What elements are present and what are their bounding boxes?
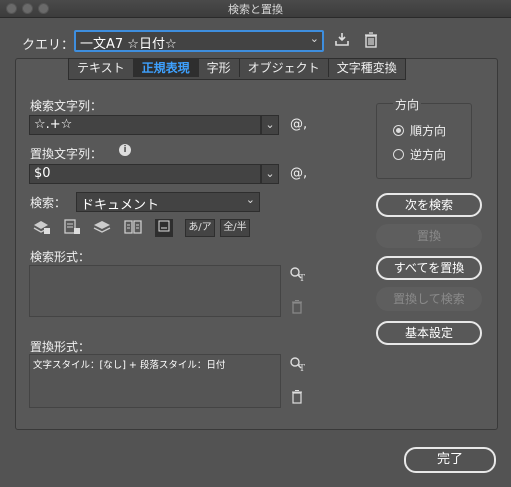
include-master-pages-icon[interactable] [123, 219, 143, 241]
find-special-chars-icon[interactable]: @, [290, 117, 307, 132]
done-button[interactable]: 完了 [404, 447, 496, 473]
replace-special-chars-icon[interactable]: @, [290, 166, 307, 181]
replace-all-button[interactable]: すべてを置換 [376, 256, 482, 280]
search-scope-label: 検索： [30, 196, 67, 210]
include-hidden-layers-icon[interactable] [93, 219, 111, 241]
query-select[interactable]: 一文A7 ☆日付☆ ⌄ [74, 30, 324, 52]
search-scope-select[interactable]: ドキュメント ⌄ [76, 192, 260, 213]
replace-input[interactable]: $0 [29, 164, 261, 184]
kana-sensitive-toggle[interactable]: あ/ア [185, 219, 215, 237]
info-icon: i [119, 144, 131, 156]
query-label: クエリ： [22, 38, 75, 53]
replace-button[interactable]: 置換 [376, 224, 482, 248]
find-label: 検索文字列： [30, 99, 103, 113]
clear-replace-format-icon[interactable] [288, 390, 306, 410]
direction-backward-radio[interactable] [393, 149, 404, 160]
svg-text:T: T [299, 364, 305, 372]
chevron-down-icon: ⌄ [245, 193, 255, 206]
tab-grep[interactable]: 正規表現 [133, 59, 199, 77]
direction-label: 方向 [393, 96, 422, 113]
direction-backward-label: 逆方向 [410, 148, 447, 162]
query-value: 一文A7 ☆日付☆ [80, 37, 177, 52]
replace-format-value: 文字スタイル：[なし] + 段落スタイル：日付 [33, 360, 226, 371]
replace-format-label: 置換形式： [30, 340, 91, 354]
tab-text[interactable]: テキスト [69, 59, 134, 77]
include-locked-layers-icon[interactable] [33, 219, 51, 241]
delete-query-icon[interactable] [362, 32, 380, 54]
width-sensitive-toggle[interactable]: 全/半 [220, 219, 250, 237]
include-footnotes-icon[interactable] [155, 219, 173, 237]
tab-transliterate[interactable]: 文字種変換 [329, 59, 405, 77]
find-format-label: 検索形式： [30, 250, 91, 264]
find-next-button[interactable]: 次を検索 [376, 193, 482, 217]
tab-object[interactable]: オブジェクト [240, 59, 329, 77]
chevron-down-icon: ⌄ [309, 32, 319, 45]
find-history-dropdown[interactable]: ⌄ [261, 115, 279, 135]
search-scope-value: ドキュメント [81, 198, 160, 213]
svg-text:T: T [299, 274, 305, 282]
save-query-icon[interactable] [333, 32, 351, 52]
clear-find-format-icon[interactable] [288, 300, 306, 320]
tab-bar: テキスト 正規表現 字形 オブジェクト 文字種変換 [68, 58, 406, 80]
replace-label: 置換文字列： [30, 147, 103, 161]
find-input[interactable]: ☆.+☆ [29, 115, 261, 135]
basic-settings-button[interactable]: 基本設定 [376, 321, 482, 345]
specify-find-format-icon[interactable]: T [288, 266, 306, 288]
direction-forward-radio[interactable] [393, 125, 404, 136]
tab-glyph[interactable]: 字形 [199, 59, 240, 77]
replace-find-button[interactable]: 置換して検索 [376, 287, 482, 311]
find-format-box[interactable] [29, 265, 281, 317]
direction-forward-label: 順方向 [410, 124, 447, 138]
direction-group [376, 103, 472, 179]
replace-history-dropdown[interactable]: ⌄ [261, 164, 279, 184]
include-locked-stories-icon[interactable] [63, 219, 81, 241]
window-title: 検索と置換 [228, 3, 283, 16]
specify-replace-format-icon[interactable]: T [288, 356, 306, 378]
replace-format-box[interactable]: 文字スタイル：[なし] + 段落スタイル：日付 [29, 354, 281, 408]
